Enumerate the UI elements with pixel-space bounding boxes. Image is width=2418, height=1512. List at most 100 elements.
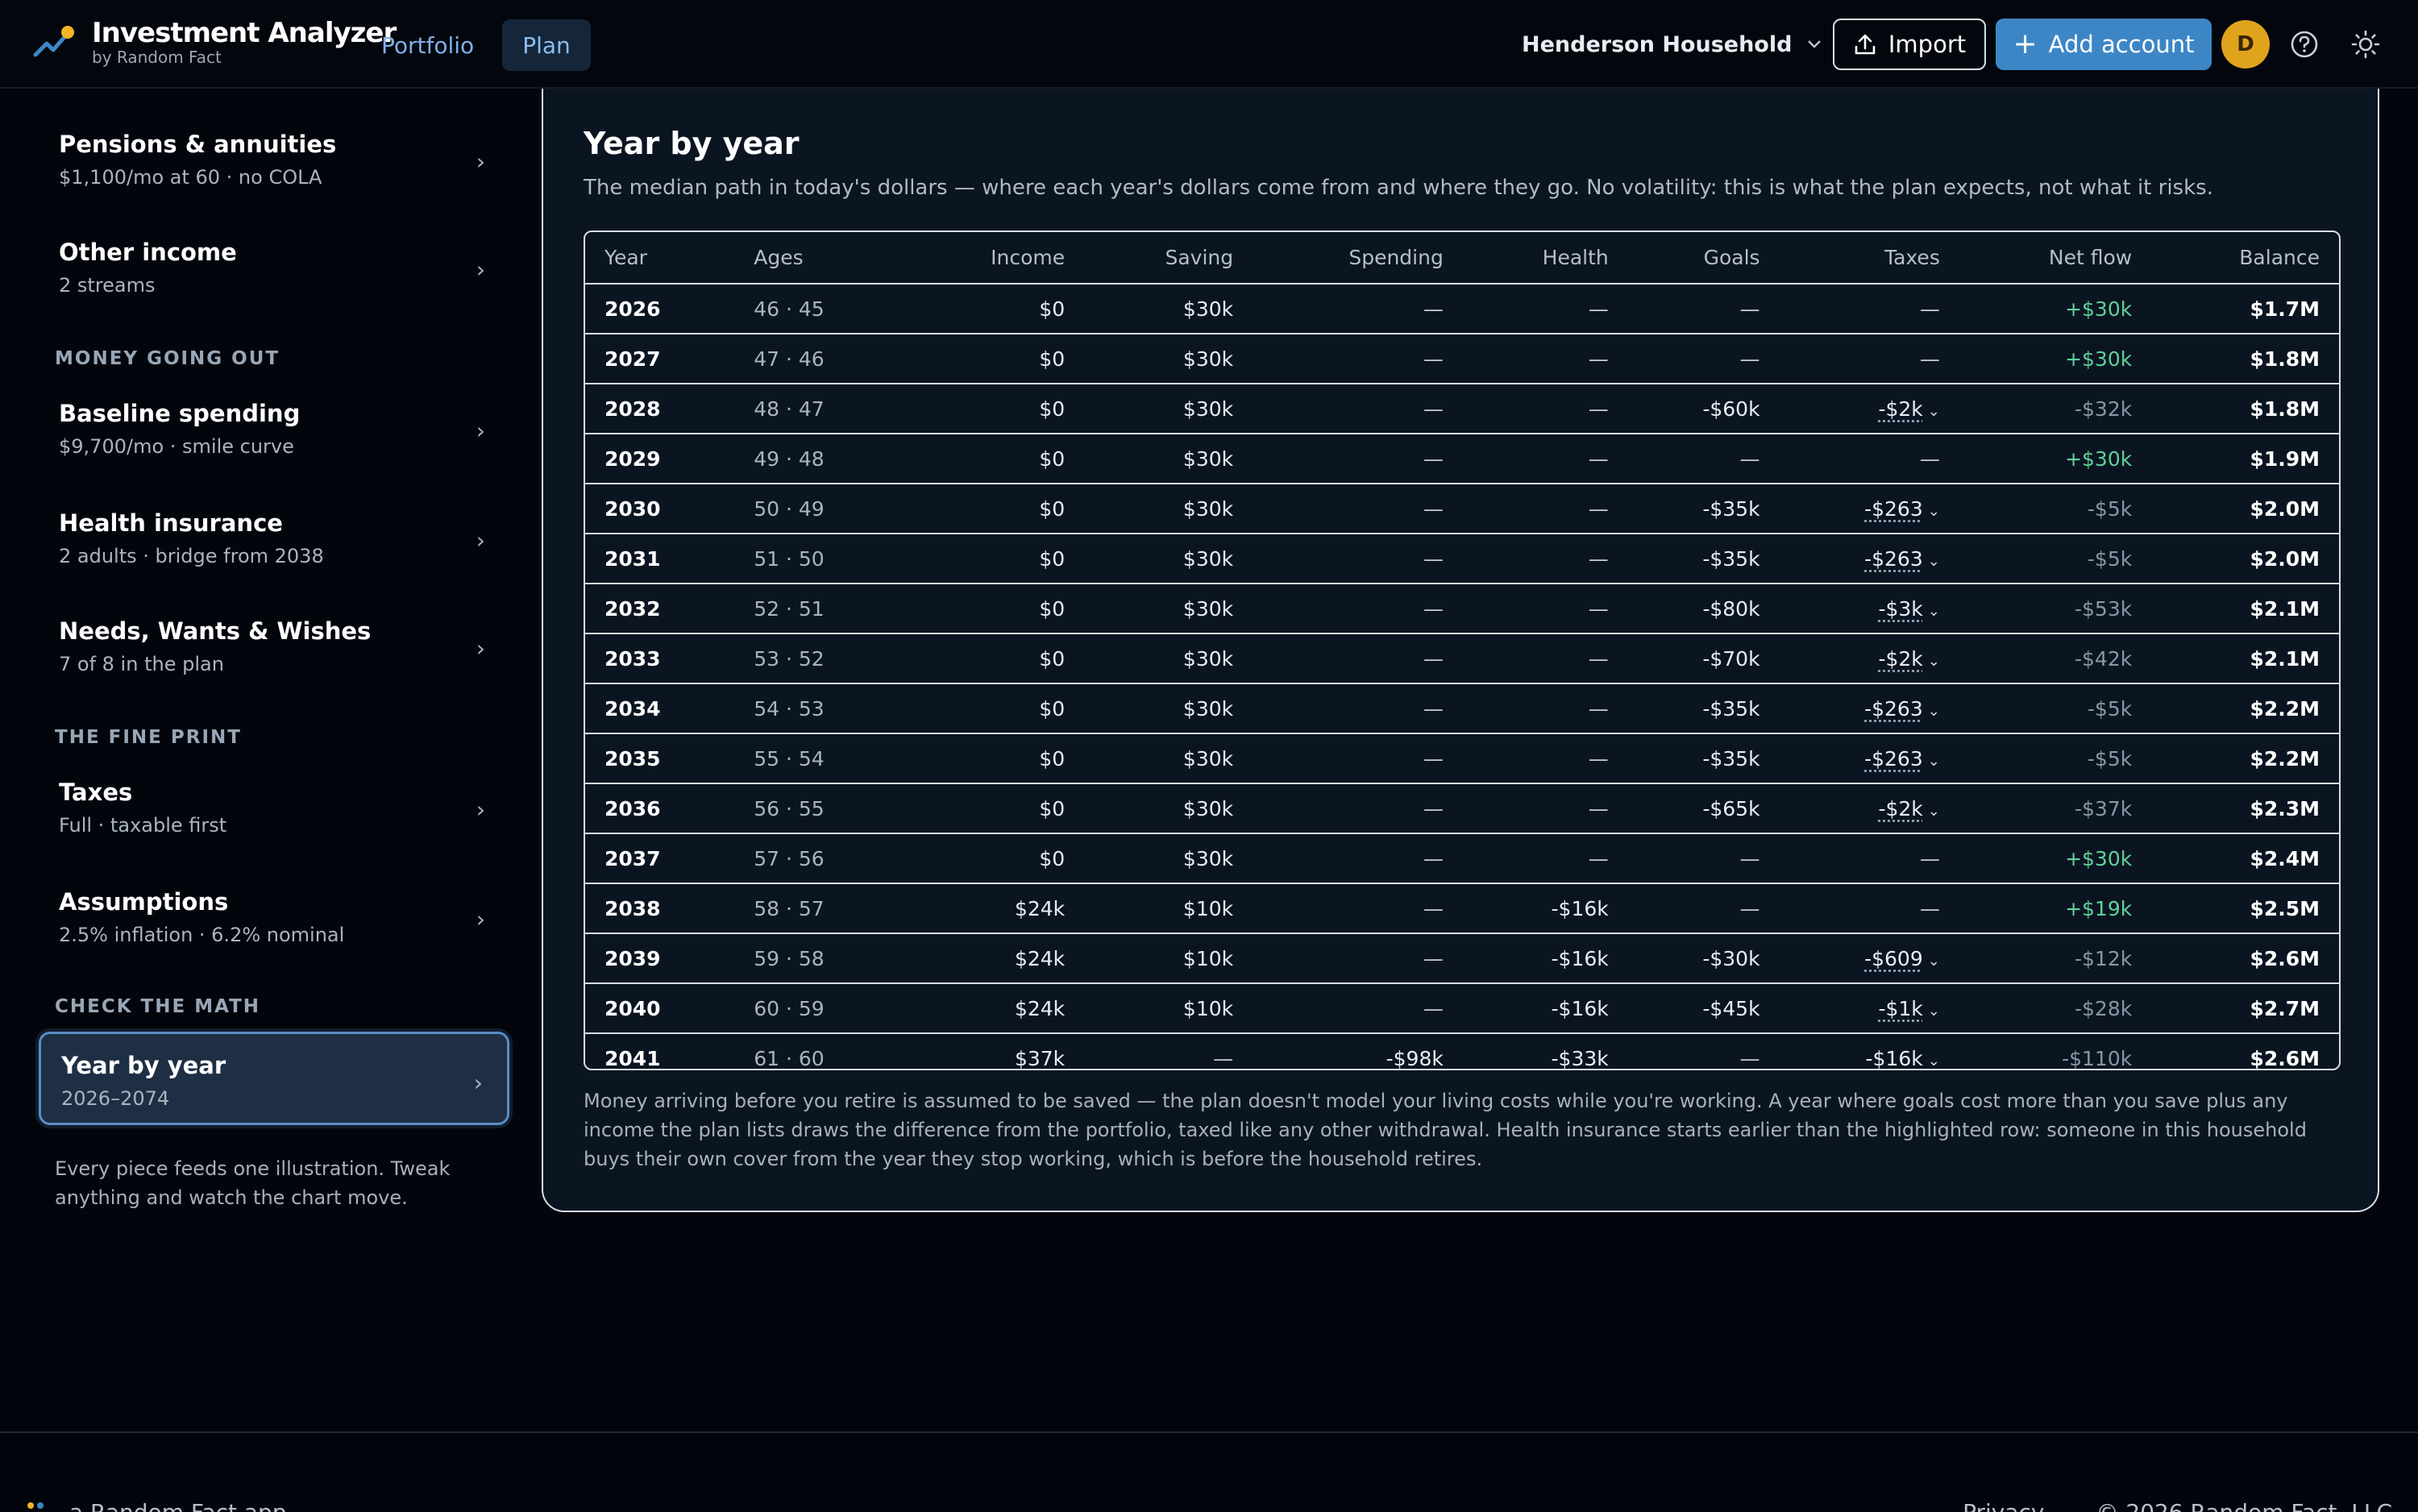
household-selector[interactable]: Henderson Household — [1522, 27, 1822, 61]
tax-breakdown-toggle[interactable]: -$2k — [1878, 397, 1922, 421]
table-row: 2041 61 · 60 $37k — -$98k -$33k — -$16k ⌄ -$110k $… — [585, 1033, 2339, 1070]
sidebar-item-taxes[interactable]: Taxes Full · taxable first › — [39, 761, 509, 854]
chevron-right-icon: › — [476, 906, 485, 933]
cell-income: $0 — [1039, 846, 1066, 870]
tax-breakdown-toggle[interactable]: -$2k — [1878, 797, 1922, 820]
import-label: Import — [1888, 31, 1967, 58]
help-icon[interactable] — [2289, 29, 2320, 60]
cell-year: 2027 — [604, 347, 661, 371]
cell-saving: $30k — [1182, 796, 1234, 820]
cell-saving: $30k — [1182, 347, 1234, 371]
cell-ages: 46 · 45 — [754, 297, 825, 321]
privacy-link[interactable]: Privacy — [1963, 1499, 2044, 1512]
theme-sun-icon[interactable] — [2350, 29, 2381, 60]
cell-balance: $1.9M — [2250, 447, 2320, 471]
tax-breakdown-toggle[interactable]: -$263 — [1864, 697, 1923, 721]
year-table-scroll[interactable]: Year Ages Income Saving Spending Health … — [584, 231, 2341, 1070]
upload-icon — [1855, 34, 1876, 55]
page-footer: a Random Fact app Privacy © 2026 Random … — [0, 1431, 2418, 1512]
cell-saving: $30k — [1182, 846, 1234, 870]
sidebar-item-year-by-year[interactable]: Year by year 2026–2074 › — [39, 1032, 509, 1125]
tax-breakdown-toggle[interactable]: -$2k — [1878, 647, 1922, 671]
tax-breakdown-toggle[interactable]: -$263 — [1864, 747, 1923, 771]
cell-taxes[interactable]: -$263 ⌄ — [1780, 484, 1959, 534]
cell-year: 2041 — [604, 1047, 661, 1070]
cell-goals: -$35k — [1702, 496, 1760, 521]
cell-year: 2037 — [604, 846, 661, 870]
cell-health: — — [1588, 546, 1609, 571]
chevron-right-icon: › — [473, 1070, 483, 1096]
cell-taxes[interactable]: -$1k ⌄ — [1780, 983, 1959, 1033]
chevron-down-icon: ⌄ — [1927, 602, 1940, 620]
cell-taxes[interactable]: -$263 ⌄ — [1780, 683, 1959, 733]
add-account-button[interactable]: + Add account — [1996, 19, 2212, 70]
tax-breakdown-toggle[interactable]: -$263 — [1864, 497, 1923, 521]
cell-taxes[interactable]: -$2k ⌄ — [1780, 384, 1959, 434]
cell-ages: 54 · 53 — [754, 696, 825, 721]
tax-breakdown-toggle[interactable]: -$1k — [1878, 997, 1922, 1020]
sidebar-item-other-income[interactable]: Other income 2 streams › — [39, 221, 509, 314]
cell-net-flow: -$42k — [2075, 646, 2133, 671]
brand[interactable]: Investment Analyzer by Random Fact — [32, 18, 397, 66]
col-header-goals: Goals — [1703, 246, 1760, 269]
sidebar-item-goals[interactable]: Needs, Wants & Wishes 7 of 8 in the plan… — [39, 600, 509, 693]
nav-portfolio[interactable]: Portfolio — [361, 19, 494, 71]
cell-spending: — — [1423, 347, 1444, 371]
cell-saving: $30k — [1182, 696, 1234, 721]
sidebar-item-pensions[interactable]: Pensions & annuities $1,100/mo at 60 · n… — [39, 113, 509, 206]
footer-links: Privacy © 2026 Random Fact, LLC — [1911, 1499, 2392, 1512]
col-header-spending: Spending — [1348, 246, 1444, 269]
tax-breakdown-toggle[interactable]: -$263 — [1864, 547, 1923, 571]
sidebar-item-subtitle: $1,100/mo at 60 · no COLA — [59, 166, 322, 189]
sidebar-item-assumptions[interactable]: Assumptions 2.5% inflation · 6.2% nomina… — [39, 870, 509, 964]
chevron-right-icon: › — [476, 527, 485, 554]
tax-breakdown-toggle[interactable]: -$16k — [1866, 1047, 1923, 1069]
avatar[interactable]: D — [2221, 20, 2270, 69]
cell-income: $0 — [1039, 347, 1066, 371]
cell-year: 2031 — [604, 546, 661, 571]
cell-health: — — [1588, 297, 1609, 321]
footer-brand[interactable]: a Random Fact app — [26, 1499, 287, 1512]
cell-balance: $1.7M — [2250, 297, 2320, 321]
cell-taxes[interactable]: -$609 ⌄ — [1780, 933, 1959, 983]
chevron-right-icon: › — [476, 635, 485, 662]
cell-income: $0 — [1039, 746, 1066, 771]
chevron-right-icon: › — [476, 256, 485, 283]
cell-saving: $30k — [1182, 746, 1234, 771]
cell-ages: 59 · 58 — [754, 946, 825, 970]
chevron-down-icon: ⌄ — [1927, 402, 1940, 420]
cell-taxes[interactable]: -$16k ⌄ — [1780, 1033, 1959, 1069]
chevron-right-icon: › — [476, 417, 485, 444]
cell-taxes[interactable]: -$263 ⌄ — [1780, 534, 1959, 584]
chevron-down-icon: ⌄ — [1927, 652, 1940, 670]
cell-balance: $2.3M — [2250, 796, 2320, 820]
cell-taxes[interactable]: -$2k ⌄ — [1780, 633, 1959, 683]
tax-breakdown-toggle[interactable]: -$3k — [1878, 597, 1922, 621]
nav-plan[interactable]: Plan — [502, 19, 591, 71]
cell-year: 2034 — [604, 696, 661, 721]
tax-breakdown-toggle[interactable]: -$609 — [1864, 947, 1923, 970]
cell-year: 2036 — [604, 796, 661, 820]
cell-taxes[interactable]: -$3k ⌄ — [1780, 584, 1959, 633]
cell-year: 2038 — [604, 896, 661, 920]
col-header-net-flow: Net flow — [2048, 246, 2133, 269]
cell-ages: 56 · 55 — [754, 796, 825, 820]
cell-saving: $30k — [1182, 596, 1234, 621]
cell-ages: 61 · 60 — [754, 1047, 825, 1070]
sidebar-item-subtitle: 2.5% inflation · 6.2% nominal — [59, 924, 345, 946]
table-row: 2027 47 · 46 $0 $30k — — — — +$30k $1.8M — [585, 334, 2339, 384]
sidebar-item-baseline-spending[interactable]: Baseline spending $9,700/mo · smile curv… — [39, 382, 509, 476]
sidebar-item-health-insurance[interactable]: Health insurance 2 adults · bridge from … — [39, 492, 509, 585]
cell-ages: 47 · 46 — [754, 347, 825, 371]
cell-taxes[interactable]: -$263 ⌄ — [1780, 733, 1959, 783]
import-button[interactable]: Import — [1833, 19, 1986, 70]
chevron-down-icon: ⌄ — [1927, 552, 1940, 570]
cell-goals: — — [1739, 347, 1760, 371]
cell-goals: — — [1739, 1047, 1760, 1070]
cell-balance: $2.6M — [2250, 1047, 2320, 1070]
cell-taxes[interactable]: -$2k ⌄ — [1780, 783, 1959, 833]
col-header-health: Health — [1542, 246, 1609, 269]
col-header-saving: Saving — [1165, 246, 1234, 269]
col-header-balance: Balance — [2239, 246, 2320, 269]
table-row: 2028 48 · 47 $0 $30k — — -$60k -$2k ⌄ -$32k $1.8M — [585, 384, 2339, 434]
